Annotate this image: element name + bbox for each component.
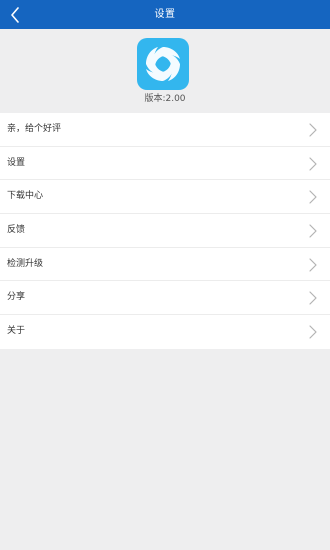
app-info: 版本:2.00: [0, 29, 330, 113]
menu-item-downloads[interactable]: 下载中心: [0, 180, 330, 215]
settings-menu: 亲，给个好评 设置 下载中心 反馈 检测升级 分享 关于: [0, 113, 330, 349]
menu-item-label: 亲，给个好评: [7, 124, 62, 134]
menu-item-rate[interactable]: 亲，给个好评: [0, 113, 330, 147]
app-logo-icon: [137, 38, 189, 90]
chevron-right-icon: [309, 291, 317, 306]
chevron-right-icon: [309, 123, 317, 137]
menu-item-about[interactable]: 关于: [0, 315, 330, 349]
menu-item-label: 下载中心: [7, 191, 44, 202]
chevron-right-icon: [309, 258, 317, 272]
chevron-right-icon: [309, 190, 317, 204]
chevron-right-icon: [309, 157, 317, 171]
menu-item-label: 反馈: [7, 225, 26, 236]
menu-item-feedback[interactable]: 反馈: [0, 214, 330, 248]
chevron-right-icon: [309, 325, 317, 339]
page-title: 设置: [154, 9, 176, 20]
menu-item-check-update[interactable]: 检测升级: [0, 248, 330, 282]
menu-item-settings[interactable]: 设置: [0, 147, 330, 181]
menu-item-label: 设置: [7, 157, 26, 168]
menu-item-label: 检测升级: [7, 258, 44, 269]
menu-item-label: 关于: [7, 326, 26, 337]
chevron-right-icon: [309, 224, 317, 238]
menu-item-share[interactable]: 分享: [0, 281, 330, 316]
version-text: 版本:2.00: [144, 94, 186, 104]
top-bar: 设置: [0, 0, 330, 29]
menu-item-label: 分享: [7, 292, 26, 303]
